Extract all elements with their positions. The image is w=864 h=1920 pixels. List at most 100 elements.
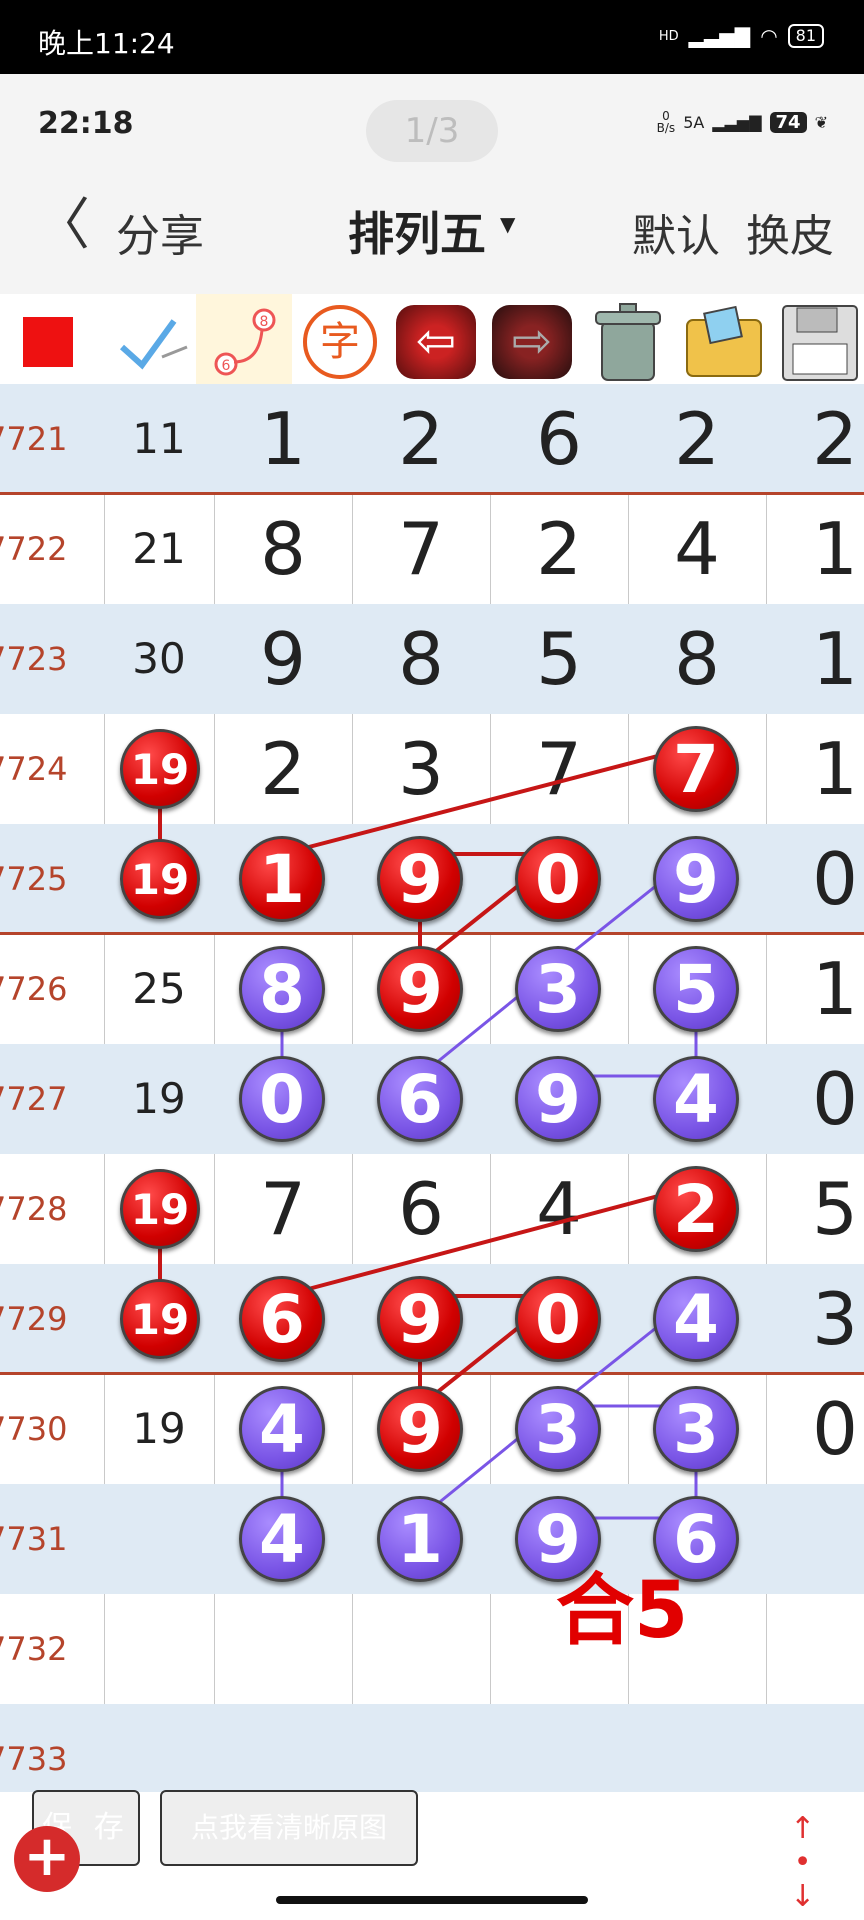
home-indicator	[276, 1896, 588, 1904]
ball-number: 19	[130, 744, 190, 794]
digit-cell: 7	[536, 727, 582, 811]
sum-value: 19	[132, 1074, 186, 1123]
issue-number: 7729	[0, 1300, 68, 1338]
ball-number: 9	[535, 1060, 581, 1138]
folder-icon[interactable]	[676, 294, 772, 390]
digit-cell: 2	[674, 397, 720, 481]
right-arrow-icon[interactable]: ⇨	[484, 294, 580, 390]
group-separator	[0, 932, 864, 935]
issue-number: 7726	[0, 970, 68, 1008]
purple-ball: 9	[653, 836, 739, 922]
ball-number: 0	[535, 840, 581, 918]
sum-value	[104, 1484, 214, 1594]
lottery-type-selector[interactable]: 排列五	[348, 198, 486, 264]
change-skin-button[interactable]: 换皮	[746, 200, 834, 264]
digit-cell	[766, 1594, 864, 1704]
red-ball: 19	[120, 1279, 200, 1359]
digit-cell: 2	[398, 397, 444, 481]
ball-number: 1	[397, 1500, 443, 1578]
back-button[interactable]: 〈	[34, 198, 90, 254]
digit-cell: 3	[812, 1277, 858, 1361]
add-button[interactable]: +	[14, 1826, 80, 1892]
ball-number: 3	[535, 1390, 581, 1468]
digit-cell: 9	[260, 617, 306, 701]
app-header: 22:18 1/3 0 B/s 5A ▂▃▅▇ 74 ❦ 〈 分享 排列五 ▼ …	[0, 74, 864, 294]
inner-status-icons: 0 B/s 5A ▂▃▅▇ 74 ❦	[657, 110, 828, 134]
red-ball: 9	[377, 946, 463, 1032]
red-ball: 9	[377, 1276, 463, 1362]
digit-cell: 0	[812, 1057, 858, 1141]
red-ball: 1	[239, 836, 325, 922]
zi-stamp-icon[interactable]: 字	[292, 294, 388, 390]
digit-cell: 5	[812, 1167, 858, 1251]
digit-cell: 5	[536, 617, 582, 701]
issue-number: 7731	[0, 1520, 68, 1558]
sum-value: 19	[132, 1404, 186, 1453]
system-status-icons: HD ▂▃▅▇ ◠ 81	[659, 24, 824, 48]
purple-ball: 3	[515, 946, 601, 1032]
ball-number: 2	[673, 1170, 719, 1248]
ball-number: 0	[259, 1060, 305, 1138]
left-arrow-shape: ⇦	[396, 305, 476, 379]
ball-number: 19	[130, 854, 190, 904]
digit-cell: 8	[260, 507, 306, 591]
ball-number: 9	[397, 1280, 443, 1358]
ball-number: 4	[673, 1280, 719, 1358]
digit-cell: 1	[812, 617, 858, 701]
netspeed: 0 B/s	[656, 109, 676, 135]
digit-cell: 8	[674, 617, 720, 701]
issue-number: 7727	[0, 1080, 68, 1118]
issue-number: 7722	[0, 530, 68, 568]
issue-number: 7730	[0, 1410, 68, 1448]
leaf-icon: ❦	[814, 112, 828, 132]
digit-cell: 6	[398, 1167, 444, 1251]
network-label: 5A	[683, 112, 705, 132]
red-square-icon[interactable]	[0, 294, 96, 390]
digit-cell	[214, 1594, 352, 1704]
issue-number: 7723	[0, 640, 68, 678]
sum-annotation: 合5	[556, 1566, 689, 1656]
zi-stamp-shape: 字	[303, 305, 377, 379]
left-arrow-icon[interactable]: ⇦	[388, 294, 484, 390]
digit-cell: 4	[536, 1167, 582, 1251]
table-row: 7723 30 9 8 5 8 1	[0, 604, 864, 714]
ball-number: 4	[673, 1060, 719, 1138]
folder-shape	[686, 305, 762, 377]
issue-number: 7728	[0, 1190, 68, 1228]
floppy-disk-icon[interactable]	[772, 294, 864, 390]
check-pen-icon[interactable]	[104, 294, 200, 390]
ball-number: 6	[259, 1280, 305, 1358]
default-button[interactable]: 默认	[632, 200, 720, 264]
battery-icon: 74	[769, 111, 807, 133]
trash-icon[interactable]	[580, 294, 676, 390]
system-time: 晚上11:24	[38, 27, 175, 60]
sum-value: 30	[132, 634, 186, 683]
ball-number: 4	[259, 1500, 305, 1578]
view-original-button[interactable]: 点我看清晰原图	[160, 1790, 418, 1866]
issue-number: 7721	[0, 420, 68, 458]
ball-number: 9	[673, 840, 719, 918]
purple-ball: 6	[377, 1056, 463, 1142]
ball-number: 19	[130, 1184, 190, 1234]
right-arrow-shape: ⇨	[492, 305, 572, 379]
purple-ball: 9	[515, 1056, 601, 1142]
red-ball: 19	[120, 1169, 200, 1249]
line-chart-icon[interactable]: 86	[196, 294, 292, 390]
scroll-toggle-icon[interactable]: ↑ • ↓	[790, 1812, 815, 1914]
ball-number: 0	[535, 1280, 581, 1358]
group-separator	[0, 1372, 864, 1375]
caret-down-icon[interactable]: ▼	[500, 212, 515, 236]
ball-number: 1	[259, 840, 305, 918]
svg-text:8: 8	[260, 314, 269, 330]
system-status-bar: 晚上11:24 HD ▂▃▅▇ ◠ 81	[0, 0, 864, 74]
digit-cell	[352, 1594, 490, 1704]
red-ball: 19	[120, 839, 200, 919]
sum-value: 25	[132, 964, 186, 1013]
share-button[interactable]: 分享	[116, 200, 204, 264]
purple-ball: 4	[653, 1056, 739, 1142]
digit-cell: 3	[398, 727, 444, 811]
ball-number: 5	[673, 950, 719, 1028]
digit-cell: 2	[260, 727, 306, 811]
inner-time: 22:18	[38, 106, 134, 141]
sum-value: 11	[132, 414, 186, 463]
